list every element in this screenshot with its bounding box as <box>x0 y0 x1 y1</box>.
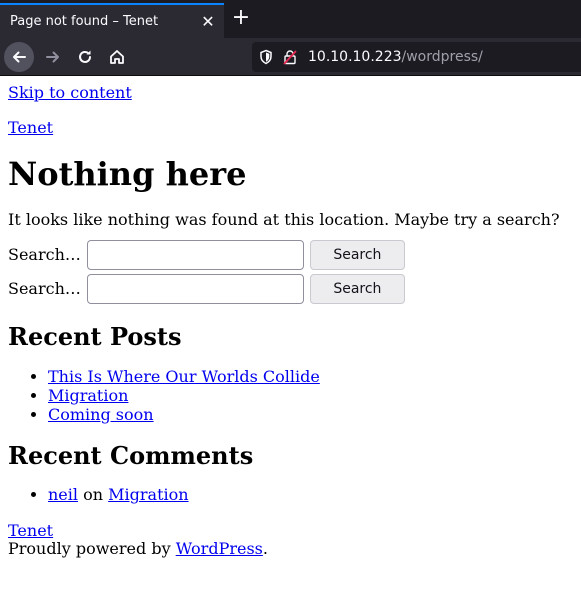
comment-on-text: on <box>83 485 104 505</box>
tab-bar: Page not found – Tenet ✕ + <box>0 0 581 38</box>
search-label: Search… <box>8 244 81 264</box>
insecure-lock-icon[interactable] <box>282 49 300 65</box>
search-label: Search… <box>8 278 81 298</box>
home-button[interactable] <box>102 42 132 72</box>
list-item: neil on Migration <box>48 485 573 504</box>
forward-button[interactable] <box>38 42 68 72</box>
navigation-toolbar: 10.10.10.223/wordpress/ <box>0 38 581 76</box>
reload-button[interactable] <box>70 42 100 72</box>
url-host: 10.10.10.223 <box>308 49 402 65</box>
list-item: Coming soon <box>48 405 573 424</box>
page-content: Skip to content Tenet Nothing here It lo… <box>0 83 581 559</box>
url-text[interactable]: 10.10.10.223/wordpress/ <box>308 49 483 65</box>
url-bar[interactable]: 10.10.10.223/wordpress/ <box>252 42 581 72</box>
powered-prefix: Proudly powered by <box>8 539 176 559</box>
recent-comments-heading: Recent Comments <box>8 440 254 470</box>
tab-title: Page not found – Tenet <box>10 14 159 29</box>
recent-post-link[interactable]: This Is Where Our Worlds Collide <box>48 367 320 386</box>
recent-posts-list: This Is Where Our Worlds Collide Migrati… <box>8 367 573 424</box>
recent-post-link[interactable]: Coming soon <box>48 405 154 424</box>
site-title-link[interactable]: Tenet <box>8 118 573 137</box>
footer-site-title-link[interactable]: Tenet <box>8 522 573 540</box>
list-item: Migration <box>48 386 573 405</box>
recent-posts-heading: Recent Posts <box>8 322 182 352</box>
search-button[interactable]: Search <box>309 274 405 305</box>
back-arrow-icon <box>13 51 26 63</box>
search-button[interactable]: Search <box>309 240 405 271</box>
tab-close-icon[interactable]: ✕ <box>198 12 218 31</box>
shield-icon[interactable] <box>258 49 276 65</box>
home-icon <box>110 50 124 64</box>
url-path: /wordpress/ <box>401 49 483 65</box>
new-tab-button[interactable]: + <box>229 6 253 32</box>
back-button[interactable] <box>4 42 34 72</box>
search-form-secondary: Search… Search <box>8 273 573 305</box>
comment-author-link[interactable]: neil <box>48 485 78 504</box>
list-item: This Is Where Our Worlds Collide <box>48 367 573 386</box>
powered-suffix: . <box>262 539 268 559</box>
forward-arrow-icon <box>46 51 59 63</box>
tab-active[interactable]: Page not found – Tenet ✕ <box>0 3 224 38</box>
recent-comments-list: neil on Migration <box>8 485 573 504</box>
comment-post-link[interactable]: Migration <box>108 485 188 504</box>
powered-by-text: Proudly powered by WordPress. <box>8 540 573 558</box>
search-input[interactable] <box>86 240 304 271</box>
not-found-message: It looks like nothing was found at this … <box>8 209 560 229</box>
reload-icon <box>79 50 91 63</box>
recent-post-link[interactable]: Migration <box>48 386 128 405</box>
search-input[interactable] <box>86 274 304 305</box>
search-form: Search… Search <box>8 239 573 271</box>
wordpress-link[interactable]: WordPress <box>176 539 263 558</box>
skip-to-content-link[interactable]: Skip to content <box>8 83 573 102</box>
page-title: Nothing here <box>8 155 247 193</box>
